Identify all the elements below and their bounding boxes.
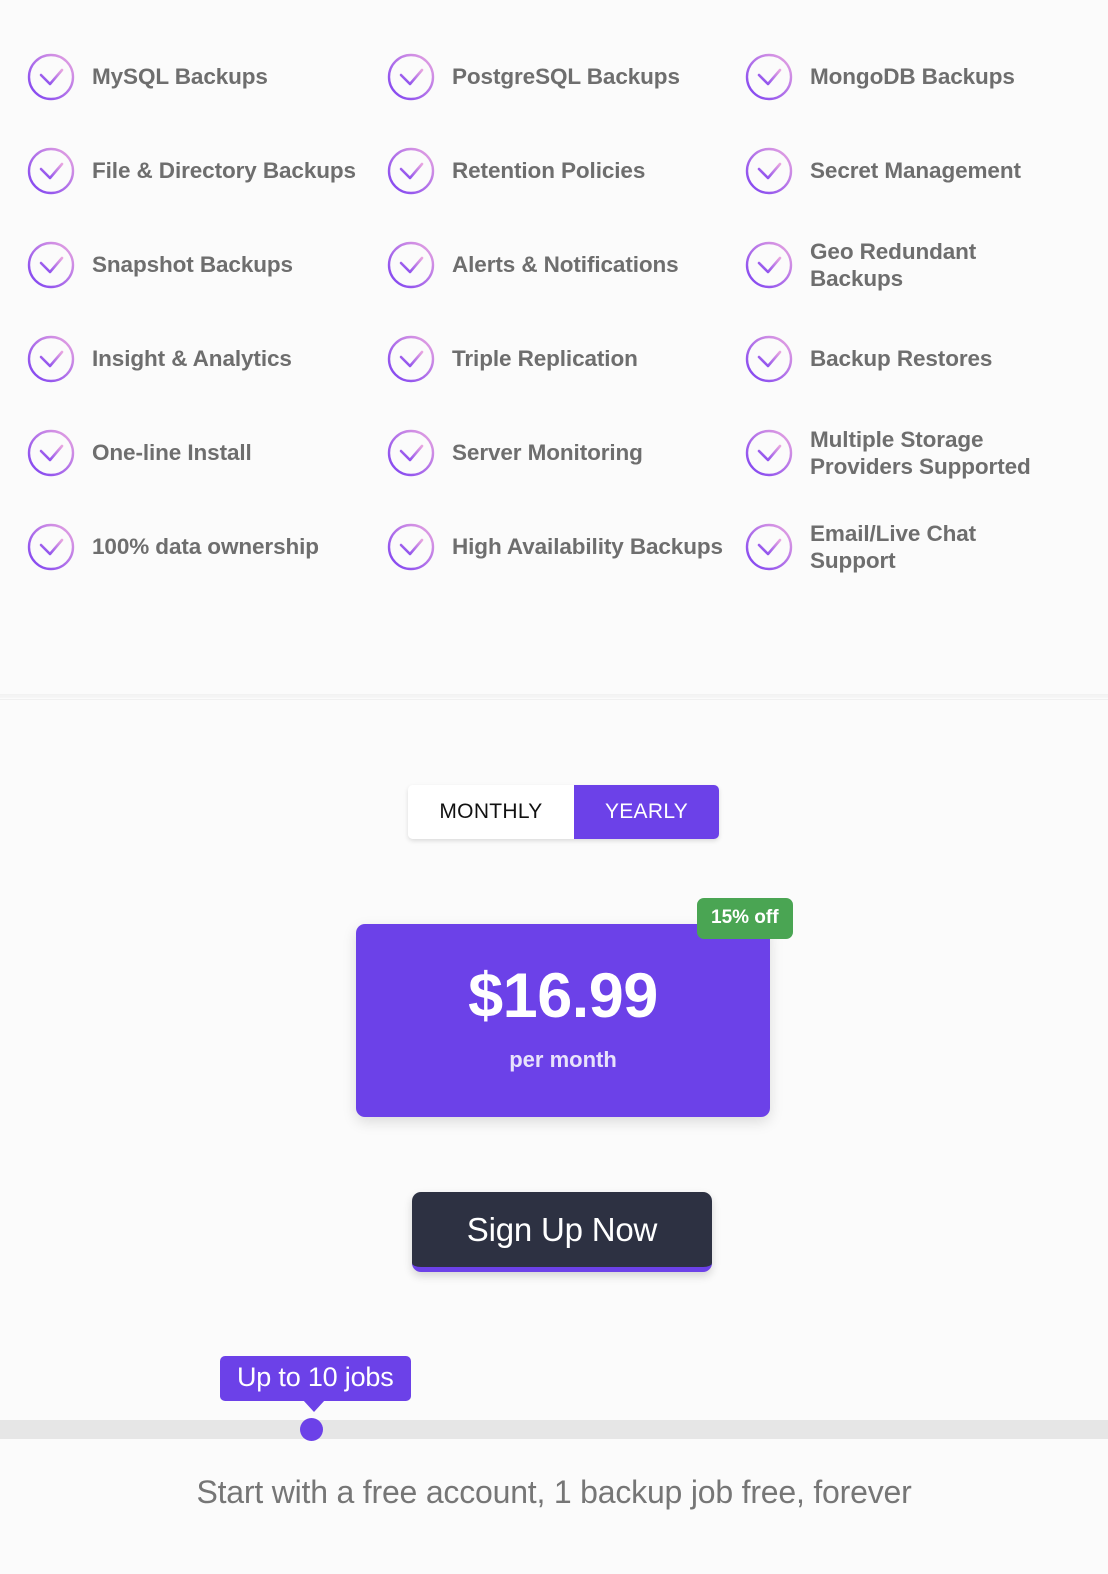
feature-item: Alerts & Notifications bbox=[386, 218, 744, 312]
feature-item: Email/Live Chat Support bbox=[744, 500, 1074, 594]
slider-thumb[interactable] bbox=[300, 1418, 323, 1441]
feature-label: 100% data ownership bbox=[92, 534, 319, 560]
feature-label: Geo Redundant Backups bbox=[810, 238, 977, 291]
check-circle-icon bbox=[386, 428, 436, 478]
check-circle-icon bbox=[26, 52, 76, 102]
feature-item: Secret Management bbox=[744, 124, 1074, 218]
price-card: $16.99 per month bbox=[356, 924, 770, 1117]
feature-label: Server Monitoring bbox=[452, 440, 643, 466]
check-circle-icon bbox=[386, 334, 436, 384]
feature-item: Backup Restores bbox=[744, 312, 1074, 406]
feature-item: High Availability Backups bbox=[386, 500, 744, 594]
feature-label: File & Directory Backups bbox=[92, 158, 356, 184]
check-circle-icon bbox=[744, 146, 794, 196]
feature-label: PostgreSQL Backups bbox=[452, 64, 680, 90]
feature-label: One-line Install bbox=[92, 440, 252, 466]
feature-label: Backup Restores bbox=[810, 346, 993, 372]
features-grid: MySQL Backups PostgreSQL Backups MongoDB… bbox=[26, 30, 1082, 594]
feature-label: Snapshot Backups bbox=[92, 252, 293, 278]
jobs-slider[interactable]: Up to 10 jobs bbox=[0, 1356, 1108, 1456]
check-circle-icon bbox=[26, 146, 76, 196]
check-circle-icon bbox=[744, 522, 794, 572]
feature-item: One-line Install bbox=[26, 406, 386, 500]
billing-period-toggle[interactable]: MONTHLY YEARLY bbox=[408, 785, 719, 839]
check-circle-icon bbox=[26, 522, 76, 572]
feature-item: Retention Policies bbox=[386, 124, 744, 218]
check-circle-icon bbox=[26, 428, 76, 478]
feature-item: PostgreSQL Backups bbox=[386, 30, 744, 124]
feature-item: Snapshot Backups bbox=[26, 218, 386, 312]
tab-monthly[interactable]: MONTHLY bbox=[408, 785, 574, 839]
check-circle-icon bbox=[744, 240, 794, 290]
check-circle-icon bbox=[744, 428, 794, 478]
feature-item: Geo Redundant Backups bbox=[744, 218, 1074, 312]
feature-label: Secret Management bbox=[810, 158, 1021, 184]
check-circle-icon bbox=[386, 52, 436, 102]
feature-item: Insight & Analytics bbox=[26, 312, 386, 406]
feature-item: Server Monitoring bbox=[386, 406, 744, 500]
feature-label: Insight & Analytics bbox=[92, 346, 292, 372]
feature-label: Email/Live Chat Support bbox=[810, 520, 977, 573]
feature-label: MongoDB Backups bbox=[810, 64, 1015, 90]
check-circle-icon bbox=[386, 240, 436, 290]
feature-item: Multiple Storage Providers Supported bbox=[744, 406, 1074, 500]
price-period: per month bbox=[509, 1046, 617, 1072]
feature-label: High Availability Backups bbox=[452, 534, 723, 560]
section-divider bbox=[0, 694, 1108, 700]
discount-badge: 15% off bbox=[697, 898, 793, 939]
check-circle-icon bbox=[386, 146, 436, 196]
sign-up-button[interactable]: Sign Up Now bbox=[412, 1192, 712, 1272]
check-circle-icon bbox=[744, 334, 794, 384]
price-amount: $16.99 bbox=[468, 960, 658, 1031]
feature-item: MongoDB Backups bbox=[744, 30, 1074, 124]
check-circle-icon bbox=[26, 334, 76, 384]
feature-label: Alerts & Notifications bbox=[452, 252, 679, 278]
feature-item: File & Directory Backups bbox=[26, 124, 386, 218]
features-section: MySQL Backups PostgreSQL Backups MongoDB… bbox=[0, 0, 1108, 695]
price-card-wrapper: $16.99 per month 15% off bbox=[356, 898, 793, 1117]
slider-track[interactable] bbox=[0, 1420, 1108, 1439]
slider-value-tooltip: Up to 10 jobs bbox=[220, 1356, 411, 1412]
free-account-footnote: Start with a free account, 1 backup job … bbox=[196, 1474, 912, 1510]
feature-label: MySQL Backups bbox=[92, 64, 268, 90]
check-circle-icon bbox=[386, 522, 436, 572]
feature-item: 100% data ownership bbox=[26, 500, 386, 594]
tab-yearly[interactable]: YEARLY bbox=[574, 785, 719, 839]
feature-label: Triple Replication bbox=[452, 346, 638, 372]
check-circle-icon bbox=[26, 240, 76, 290]
feature-label: Multiple Storage Providers Supported bbox=[810, 426, 1031, 479]
pricing-page: MySQL Backups PostgreSQL Backups MongoDB… bbox=[0, 0, 1108, 1574]
feature-item: MySQL Backups bbox=[26, 30, 386, 124]
check-circle-icon bbox=[744, 52, 794, 102]
feature-item: Triple Replication bbox=[386, 312, 744, 406]
feature-label: Retention Policies bbox=[452, 158, 646, 184]
